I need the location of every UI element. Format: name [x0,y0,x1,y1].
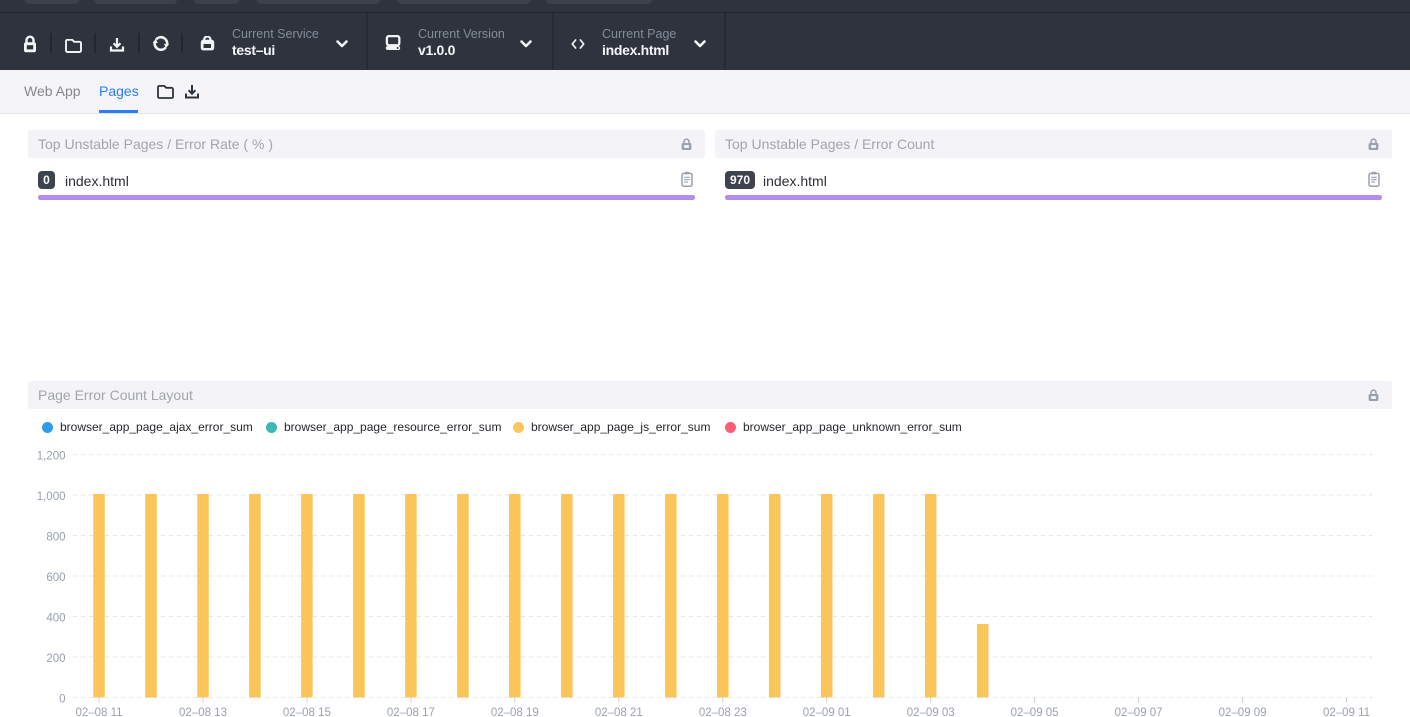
svg-text:02–09 01: 02–09 01 [803,707,851,717]
svg-text:600: 600 [46,572,65,584]
svg-text:02–09 07: 02–09 07 [1115,707,1163,717]
svg-text:02–08 13: 02–08 13 [179,707,227,717]
svg-text:02–08 23: 02–08 23 [699,707,747,717]
svg-text:800: 800 [46,532,65,544]
svg-text:02–09 05: 02–09 05 [1011,707,1059,717]
svg-text:02–08 21: 02–08 21 [595,707,643,717]
svg-text:02–09 09: 02–09 09 [1219,707,1267,717]
svg-text:02–09 03: 02–09 03 [907,707,955,717]
svg-text:02–08 11: 02–08 11 [75,707,122,717]
svg-text:1,200: 1,200 [37,451,66,463]
svg-text:0: 0 [59,694,65,706]
svg-text:02–08 19: 02–08 19 [491,707,539,717]
svg-text:02–08 15: 02–08 15 [283,707,331,717]
svg-text:02–08 17: 02–08 17 [387,707,435,717]
svg-text:400: 400 [46,613,65,625]
svg-text:200: 200 [46,653,65,665]
svg-text:1,000: 1,000 [37,491,66,503]
svg-text:02–09 11: 02–09 11 [1323,707,1370,717]
